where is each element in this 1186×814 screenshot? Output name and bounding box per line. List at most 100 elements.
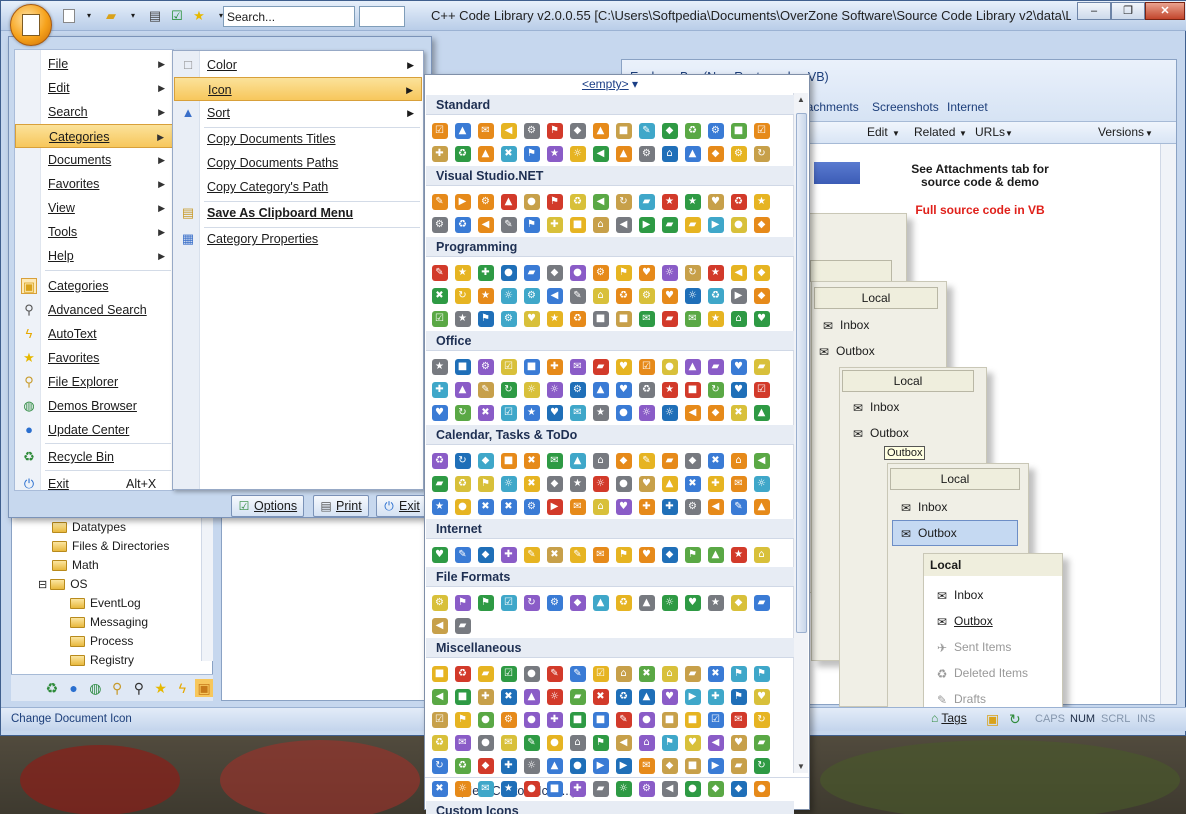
icon-choice[interactable]: ☼: [566, 142, 589, 165]
icon-choice[interactable]: ♻: [451, 472, 474, 495]
icon-choice[interactable]: ✎: [520, 731, 543, 754]
icon-choice[interactable]: ●: [497, 261, 520, 284]
icon-choice[interactable]: ⚑: [727, 662, 750, 685]
menu-item-tools[interactable]: Tools ▶: [15, 220, 173, 244]
icon-choice[interactable]: ☑: [428, 119, 451, 142]
print-button[interactable]: ▤ Print: [313, 495, 369, 517]
icon-choice[interactable]: ✖: [497, 495, 520, 518]
icon-choice[interactable]: ✎: [612, 708, 635, 731]
icon-choice[interactable]: ◀: [428, 614, 451, 637]
icon-choice[interactable]: ●: [681, 777, 704, 800]
submenu-item-sort[interactable]: ▲ Sort ▶: [174, 101, 422, 125]
icon-choice[interactable]: ✎: [635, 119, 658, 142]
icon-choice[interactable]: ✉: [474, 119, 497, 142]
icon-choice[interactable]: ⚙: [566, 378, 589, 401]
pane-item[interactable]: ◍ Demos Browser: [15, 394, 173, 418]
icon-choice[interactable]: ●: [566, 261, 589, 284]
icon-choice[interactable]: ↻: [750, 142, 773, 165]
icon-choice[interactable]: ●: [474, 731, 497, 754]
icon-choice[interactable]: ↻: [451, 401, 474, 424]
icon-choice[interactable]: ✎: [566, 543, 589, 566]
icon-choice[interactable]: ♻: [612, 685, 635, 708]
icon-choice[interactable]: ☑: [750, 119, 773, 142]
submenu-item-category-properties[interactable]: ▦ Category Properties: [174, 227, 422, 251]
icon-choice[interactable]: ★: [750, 190, 773, 213]
icon-choice[interactable]: ●: [612, 401, 635, 424]
icon-choice[interactable]: ✚: [658, 495, 681, 518]
icon-choice[interactable]: ✖: [727, 401, 750, 424]
tree-item[interactable]: Process: [70, 632, 133, 650]
icon-choice[interactable]: ✎: [727, 495, 750, 518]
icon-choice[interactable]: ▲: [681, 355, 704, 378]
icon-choice[interactable]: ✉: [497, 731, 520, 754]
icon-choice[interactable]: ●: [520, 708, 543, 731]
icon-choice[interactable]: ✖: [520, 449, 543, 472]
icon-choice[interactable]: ▲: [635, 591, 658, 614]
icon-choice[interactable]: ♥: [750, 685, 773, 708]
icon-choice[interactable]: ↻: [451, 449, 474, 472]
icon-choice[interactable]: ☼: [635, 401, 658, 424]
icon-choice[interactable]: ◀: [704, 731, 727, 754]
icon-choice[interactable]: ↻: [520, 591, 543, 614]
icon-choice[interactable]: ✎: [497, 213, 520, 236]
icon-choice[interactable]: ■: [497, 449, 520, 472]
icon-choice[interactable]: ⌂: [589, 449, 612, 472]
icon-choice[interactable]: ⌂: [658, 142, 681, 165]
icon-choice[interactable]: ☼: [658, 261, 681, 284]
icon-choice[interactable]: ⚙: [681, 495, 704, 518]
icon-choice[interactable]: ★: [451, 261, 474, 284]
icon-choice[interactable]: ✉: [566, 401, 589, 424]
icon-choice[interactable]: ⚑: [520, 142, 543, 165]
tree-item[interactable]: Datatypes: [52, 518, 126, 536]
icon-choice[interactable]: ✚: [428, 378, 451, 401]
icon-choice[interactable]: ●: [612, 472, 635, 495]
icon-choice[interactable]: ▲: [589, 119, 612, 142]
icon-choice[interactable]: ⚑: [681, 543, 704, 566]
icon-choice[interactable]: ▲: [474, 142, 497, 165]
menu-item-view[interactable]: View ▶: [15, 196, 173, 220]
icon-choice[interactable]: ✚: [635, 495, 658, 518]
icon-choice[interactable]: ♻: [451, 662, 474, 685]
icon-choice[interactable]: ★: [474, 284, 497, 307]
icon-choice[interactable]: ▲: [658, 472, 681, 495]
icon-choice[interactable]: ▶: [543, 495, 566, 518]
icon-choice[interactable]: ♥: [704, 190, 727, 213]
icon-choice[interactable]: ◆: [704, 401, 727, 424]
maximize-button[interactable]: ❐: [1111, 2, 1145, 20]
search-options-dropdown[interactable]: [359, 6, 405, 27]
icon-choice[interactable]: ⌂: [658, 662, 681, 685]
icon-choice[interactable]: ■: [451, 355, 474, 378]
icon-choice[interactable]: ↻: [612, 190, 635, 213]
icon-choice[interactable]: ▶: [727, 284, 750, 307]
icon-choice[interactable]: ●: [520, 777, 543, 800]
icon-choice[interactable]: ◀: [543, 284, 566, 307]
icon-choice[interactable]: ▰: [520, 261, 543, 284]
icon-choice[interactable]: ⚙: [635, 142, 658, 165]
icon-choice[interactable]: ✖: [704, 662, 727, 685]
icon-choice[interactable]: ★: [451, 307, 474, 330]
exit-button[interactable]: ⏻ Exit: [376, 495, 430, 517]
icon-choice[interactable]: ✖: [681, 472, 704, 495]
dropdown-arrow-icon[interactable]: ▾: [81, 8, 97, 24]
icon-choice[interactable]: ♥: [635, 472, 658, 495]
icon-choice[interactable]: ■: [589, 307, 612, 330]
icon-choice[interactable]: ■: [727, 119, 750, 142]
explorer-icon[interactable]: ⚲: [108, 679, 126, 697]
icon-choice[interactable]: ●: [566, 754, 589, 777]
icon-choice[interactable]: ◆: [474, 754, 497, 777]
icon-choice[interactable]: ◀: [658, 777, 681, 800]
icon-choice[interactable]: ☼: [658, 591, 681, 614]
close-button[interactable]: ✕: [1145, 2, 1185, 20]
icon-choice[interactable]: ✉: [543, 449, 566, 472]
icon-choice[interactable]: ▲: [589, 591, 612, 614]
icon-choice[interactable]: ▲: [451, 378, 474, 401]
icon-choice[interactable]: ✖: [589, 685, 612, 708]
scroll-up-arrow-icon[interactable]: ▲: [797, 95, 805, 104]
icon-choice[interactable]: ◆: [658, 119, 681, 142]
icon-choice[interactable]: ☼: [681, 284, 704, 307]
icon-choice[interactable]: ⚑: [474, 307, 497, 330]
icon-choice[interactable]: ■: [612, 307, 635, 330]
icon-choice[interactable]: ⚑: [589, 731, 612, 754]
icon-choice[interactable]: ▰: [658, 307, 681, 330]
application-menu-button[interactable]: [10, 4, 52, 46]
